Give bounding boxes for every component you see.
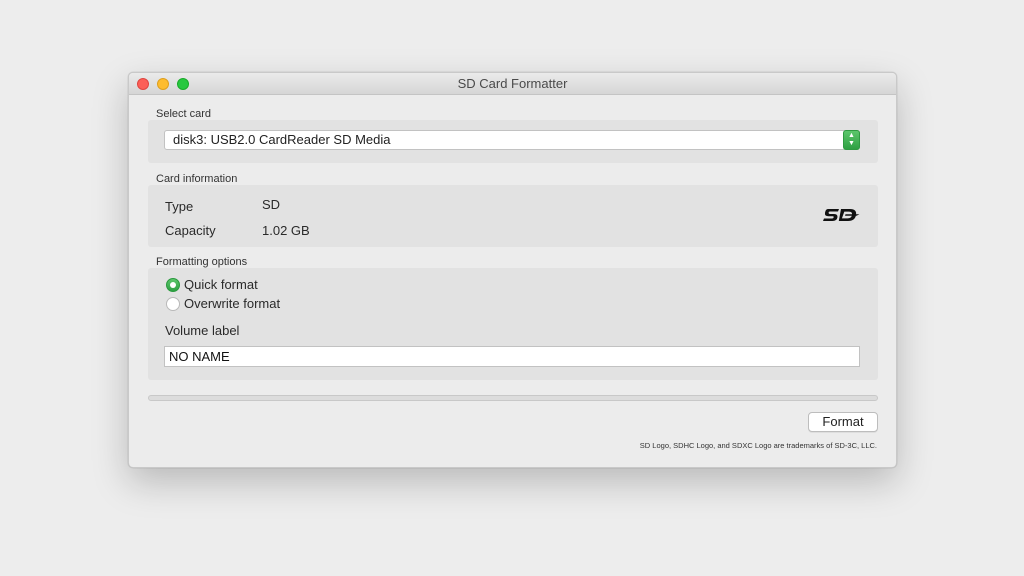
format-button[interactable]: Format [808, 412, 878, 432]
card-select-dropdown[interactable]: disk3: USB2.0 CardReader SD Media ▲ ▼ [164, 130, 860, 150]
chevron-up-down-icon[interactable]: ▲ ▼ [843, 130, 860, 150]
capacity-label: Capacity [165, 223, 216, 238]
overwrite-format-option[interactable]: Overwrite format [166, 296, 280, 311]
window-controls [137, 78, 189, 90]
capacity-value: 1.02 GB [262, 223, 310, 238]
quick-format-radio[interactable] [166, 277, 180, 292]
card-information-label: Card information [156, 173, 238, 185]
minimize-window-button[interactable] [157, 78, 169, 90]
quick-format-label: Quick format [184, 277, 258, 292]
card-select-value: disk3: USB2.0 CardReader SD Media [173, 132, 391, 147]
type-label: Type [165, 199, 194, 214]
type-value: SD [262, 197, 281, 212]
format-progress-bar [148, 395, 878, 401]
window-title: SD Card Formatter [457, 76, 568, 91]
overwrite-format-radio[interactable] [166, 296, 180, 311]
select-card-panel: disk3: USB2.0 CardReader SD Media ▲ ▼ [148, 120, 878, 163]
app-window: SD Card Formatter Select card disk3: USB… [128, 72, 897, 468]
trademark-note: SD Logo, SDHC Logo, and SDXC Logo are tr… [639, 441, 877, 450]
select-card-label: Select card [156, 108, 212, 120]
volume-label-caption: Volume label [165, 323, 240, 338]
zoom-window-button[interactable] [177, 78, 189, 90]
sd-logo-icon [822, 207, 860, 226]
close-window-button[interactable] [137, 78, 149, 90]
formatting-options-label: Formatting options [156, 256, 248, 268]
quick-format-option[interactable]: Quick format [166, 277, 258, 292]
card-information-panel: Type SD Capacity 1.02 GB [148, 185, 878, 247]
volume-label-input[interactable] [164, 346, 860, 367]
sd-logo-graphic [823, 209, 860, 221]
formatting-options-panel: Quick format Overwrite format Volume lab… [148, 268, 878, 380]
title-bar[interactable]: SD Card Formatter [129, 73, 896, 95]
overwrite-format-label: Overwrite format [184, 296, 281, 311]
